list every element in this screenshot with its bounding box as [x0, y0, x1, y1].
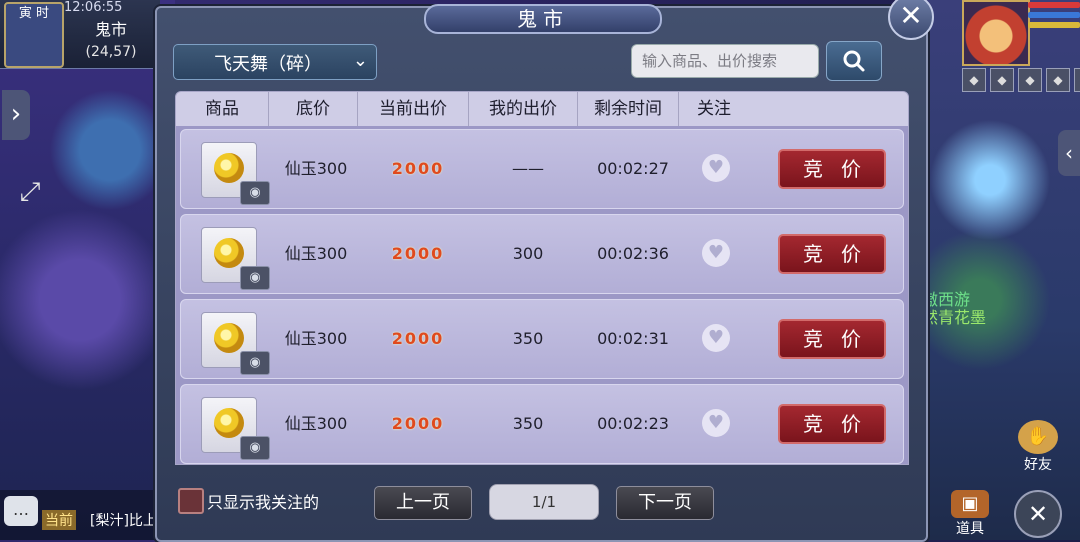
- close-hud-button[interactable]: ✕: [1014, 490, 1062, 538]
- search-button[interactable]: [826, 41, 882, 81]
- buff-icon[interactable]: ◆: [1018, 68, 1042, 92]
- base-price: 仙玉300: [284, 329, 348, 348]
- heart-icon[interactable]: ♥: [702, 154, 730, 182]
- table-row: ◉ 仙玉300 2000 350 00:02:23 ♥ 竞价: [180, 384, 904, 464]
- fullscreen-icon[interactable]: ⤢: [10, 172, 50, 212]
- current-bid: 2000: [391, 414, 445, 433]
- panel-title-text: 鬼市: [517, 7, 569, 31]
- table-row: ◉ 仙玉300 2000 —— 00:02:27 ♥ 竞价: [180, 129, 904, 209]
- col-current-bid: 当前出价: [358, 92, 469, 126]
- search-input[interactable]: [631, 44, 819, 78]
- friends-button[interactable]: ✋ 好友: [1016, 420, 1060, 474]
- expand-left-button[interactable]: ›: [2, 90, 30, 140]
- chevron-left-icon: ‹: [1065, 141, 1073, 165]
- my-bid: 350: [512, 329, 544, 348]
- my-bid: 350: [512, 414, 544, 433]
- table-row: ◉ 仙玉300 2000 300 00:02:36 ♥ 竞价: [180, 214, 904, 294]
- table-row: ◉ 仙玉300 2000 350 00:02:31 ♥ 竞价: [180, 299, 904, 379]
- current-bid: 2000: [391, 329, 445, 348]
- listing-table: ◉ 仙玉300 2000 —— 00:02:27 ♥ 竞价 ◉ 仙玉300 20…: [175, 126, 909, 465]
- buff-icon[interactable]: ◆: [990, 68, 1014, 92]
- bid-button[interactable]: 竞价: [778, 404, 886, 444]
- close-icon: ✕: [1027, 500, 1049, 528]
- my-bid: ——: [512, 159, 544, 178]
- inventory-button[interactable]: ▣ 道具: [948, 490, 992, 538]
- chat-icon[interactable]: …: [4, 496, 38, 526]
- next-page-button[interactable]: 下一页: [616, 486, 714, 520]
- item-icon[interactable]: ◉: [201, 312, 270, 375]
- category-dropdown[interactable]: 飞天舞（碎） ⌄: [173, 44, 377, 80]
- npc-title[interactable]: 然青花墨: [922, 304, 986, 328]
- buff-icon[interactable]: ◆: [1074, 68, 1080, 92]
- watch-only-label[interactable]: 只显示我关注的: [207, 489, 319, 513]
- search-icon: [843, 50, 865, 72]
- col-time-left: 剩余时间: [578, 92, 679, 126]
- item-icon[interactable]: ◉: [201, 397, 270, 460]
- time-left: 00:02:27: [597, 159, 669, 178]
- my-bid: 300: [512, 244, 544, 263]
- buff-icon[interactable]: ◆: [962, 68, 986, 92]
- current-bid: 2000: [391, 244, 445, 263]
- watch-only-checkbox[interactable]: [178, 488, 204, 514]
- gem-icon: [214, 323, 244, 353]
- buff-icon[interactable]: ◆: [1046, 68, 1070, 92]
- col-item: 商品: [176, 92, 269, 126]
- close-icon: ✕: [899, 0, 923, 32]
- bid-button[interactable]: 竞价: [778, 149, 886, 189]
- location-coords: (24,57): [85, 44, 137, 60]
- time-left: 00:02:36: [597, 244, 669, 263]
- current-bid: 2000: [391, 159, 445, 178]
- item-icon[interactable]: ◉: [201, 142, 270, 205]
- eye-icon[interactable]: ◉: [240, 266, 270, 290]
- status-bars: [1028, 2, 1080, 32]
- heart-icon[interactable]: ♥: [702, 239, 730, 267]
- time-badge[interactable]: 寅 时: [4, 2, 64, 68]
- player-avatar[interactable]: [962, 0, 1030, 66]
- gem-icon: [214, 153, 244, 183]
- gem-icon: [214, 238, 244, 268]
- friends-label: 好友: [1024, 457, 1052, 473]
- gem-icon: [214, 408, 244, 438]
- mp-bar: [1028, 12, 1080, 18]
- item-icon[interactable]: ◉: [201, 227, 270, 290]
- game-scene-left: [0, 0, 175, 540]
- base-price: 仙玉300: [284, 414, 348, 433]
- heart-icon[interactable]: ♥: [702, 324, 730, 352]
- bid-button[interactable]: 竞价: [778, 234, 886, 274]
- inventory-label: 道具: [956, 521, 984, 537]
- panel-title: 鬼市: [424, 4, 662, 34]
- category-value: 飞天舞（碎）: [214, 54, 322, 75]
- chat-channel[interactable]: 当前: [42, 510, 76, 530]
- hud-clock-panel: 寅 时 12:06:55 鬼市 (24,57): [0, 0, 160, 69]
- col-watch: 关注: [697, 99, 731, 119]
- heart-icon[interactable]: ♥: [702, 409, 730, 437]
- time-left: 00:02:23: [597, 414, 669, 433]
- prev-page-button[interactable]: 上一页: [374, 486, 472, 520]
- exp-bar: [1028, 22, 1080, 28]
- handshake-icon: ✋: [1018, 420, 1058, 454]
- page-indicator[interactable]: 1/1: [489, 484, 599, 520]
- clock-text: 12:06:55: [64, 0, 123, 15]
- expand-right-button[interactable]: ‹: [1058, 130, 1080, 176]
- col-my-bid: 我的出价: [469, 92, 578, 126]
- col-base-price: 底价: [269, 92, 358, 126]
- location-name: 鬼市: [94, 20, 127, 39]
- chevron-down-icon: ⌄: [352, 50, 368, 71]
- eye-icon[interactable]: ◉: [240, 351, 270, 375]
- hp-bar: [1028, 2, 1080, 8]
- chest-icon: ▣: [951, 490, 989, 518]
- time-badge-label: 寅 时: [18, 6, 50, 21]
- base-price: 仙玉300: [284, 159, 348, 178]
- chevron-right-icon: ›: [10, 99, 22, 129]
- table-header: 商品 底价 当前出价 我的出价 剩余时间 关注: [175, 91, 909, 127]
- eye-icon[interactable]: ◉: [240, 181, 270, 205]
- eye-icon[interactable]: ◉: [240, 436, 270, 460]
- time-left: 00:02:31: [597, 329, 669, 348]
- bid-button[interactable]: 竞价: [778, 319, 886, 359]
- buff-row: ◆ ◆ ◆ ◆ ◆: [962, 68, 1080, 92]
- chat-message[interactable]: [梨汁]比上: [90, 510, 158, 530]
- base-price: 仙玉300: [284, 244, 348, 263]
